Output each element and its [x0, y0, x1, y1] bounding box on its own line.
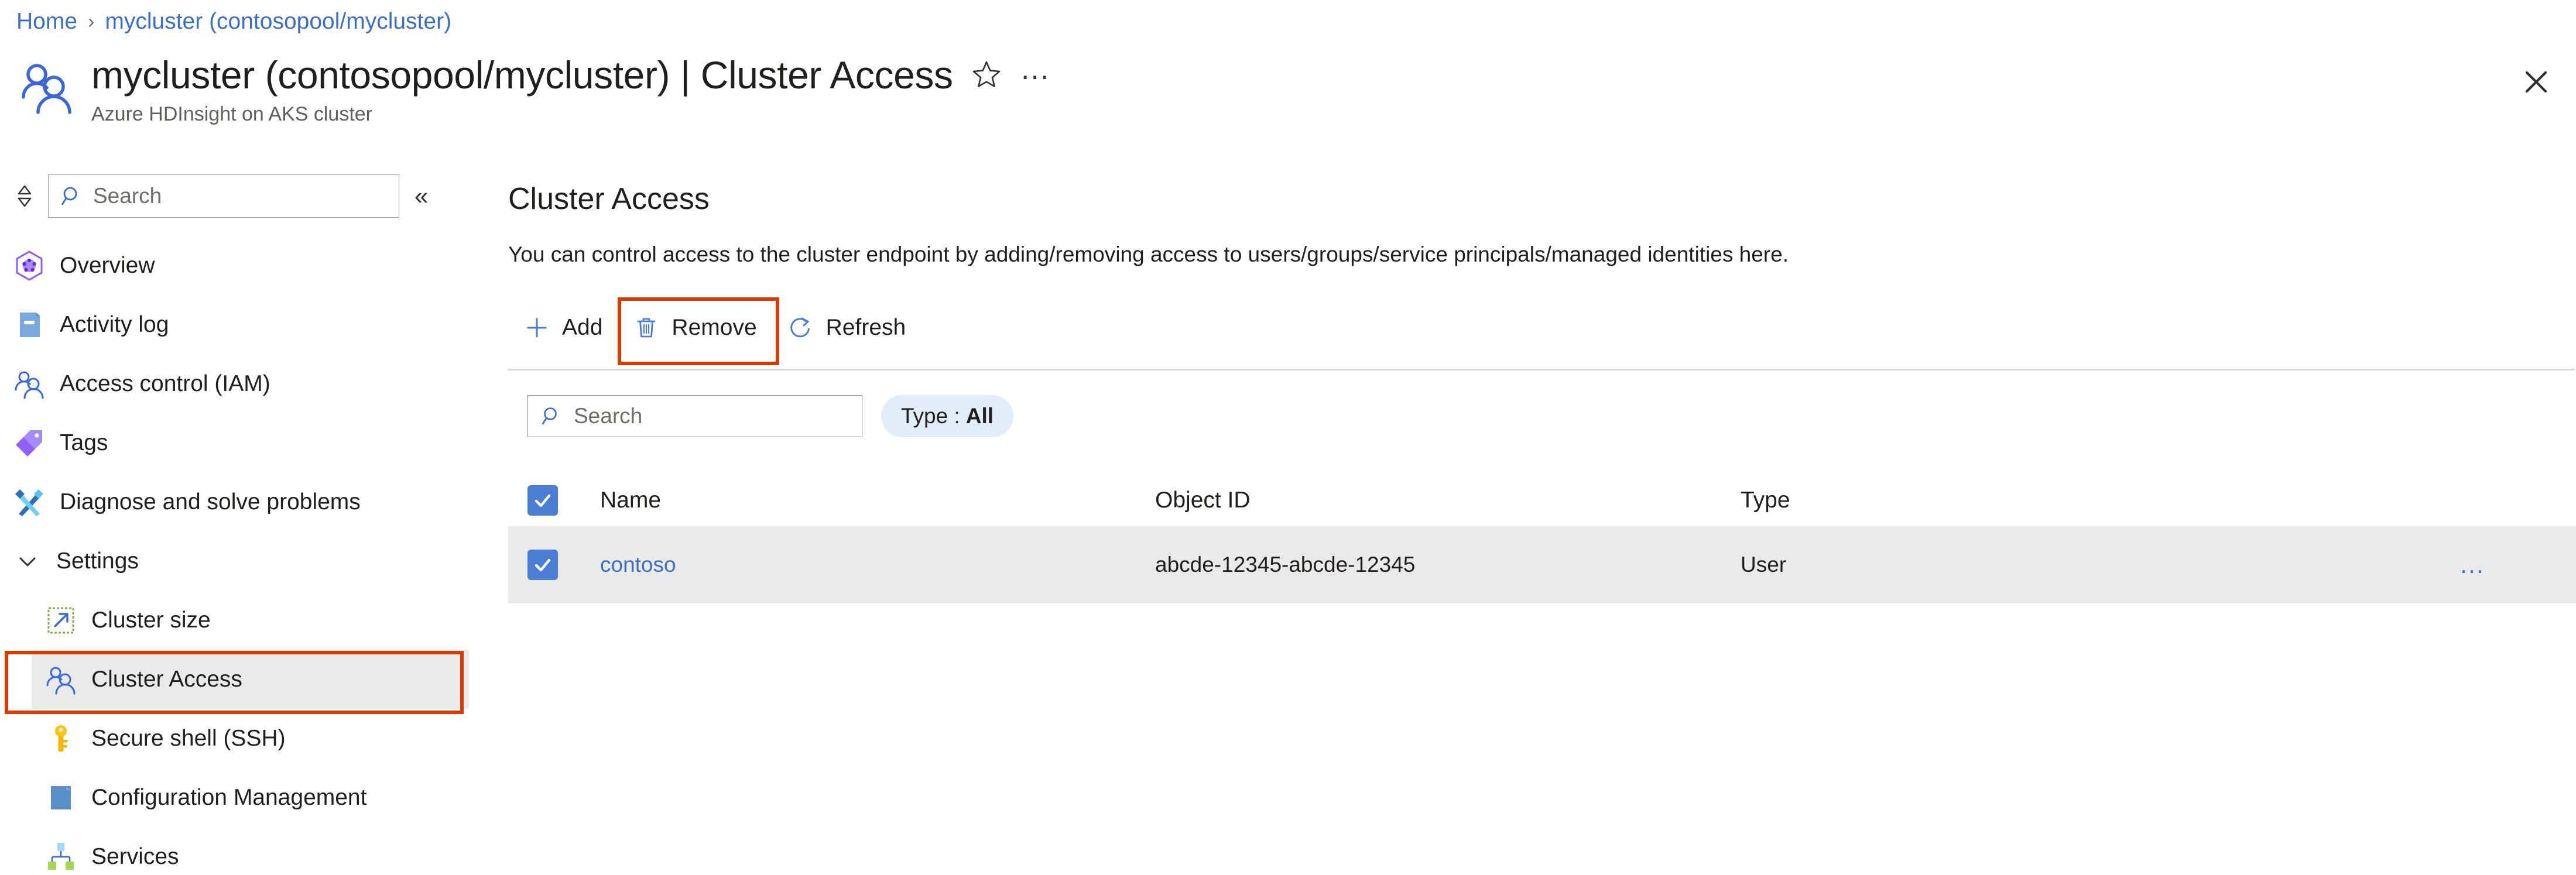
sidebar-search-placeholder: Search [93, 184, 162, 208]
type-filter-value: All [965, 404, 994, 428]
select-all-checkbox[interactable] [527, 485, 558, 516]
column-header-name[interactable]: Name [558, 488, 1155, 513]
row-name-link[interactable]: contoso [558, 553, 1155, 577]
sidebar-item-services[interactable]: Services [32, 827, 506, 875]
cluster-access-icon [44, 663, 77, 696]
sidebar-item-secure-shell[interactable]: Secure shell (SSH) [32, 709, 506, 768]
row-object-id: abcde-12345-abcde-12345 [1155, 553, 1416, 577]
column-header-type[interactable]: Type [1741, 488, 2326, 513]
close-icon[interactable] [2517, 63, 2555, 101]
sidebar-nav-list: Overview Activity log Access control (IA… [0, 236, 506, 875]
trash-icon [633, 314, 660, 341]
type-filter-label: Type : [901, 404, 960, 428]
type-filter-pill[interactable]: Type : All [881, 395, 1014, 437]
sort-toggle-icon[interactable] [13, 183, 36, 210]
activity-log-icon [13, 308, 46, 341]
sidebar-item-activity-log[interactable]: Activity log [0, 295, 506, 354]
sidebar-item-label: Overview [60, 252, 155, 278]
star-icon[interactable] [971, 59, 1002, 91]
search-icon [60, 184, 84, 208]
table-search-input[interactable]: Search [527, 395, 862, 437]
sidebar-item-cluster-access[interactable]: Cluster Access [5, 650, 469, 714]
row-type: User [1741, 553, 1787, 577]
breadcrumb-separator-icon: › [88, 11, 95, 33]
access-control-icon [13, 368, 46, 400]
content-title: Cluster Access [508, 182, 710, 216]
content-description: You can control access to the cluster en… [508, 242, 1789, 266]
azure-portal-blade: Home › mycluster (contosopool/mycluster)… [0, 0, 2576, 875]
sidebar-search-input[interactable]: Search [48, 174, 399, 218]
chevron-double-left-icon[interactable]: « [415, 184, 428, 208]
sidebar-item-label: Cluster Access [91, 666, 242, 692]
remove-button[interactable]: Remove [618, 297, 779, 365]
title-line: mycluster (contosopool/mycluster) | Clus… [91, 53, 1053, 97]
sidebar-group-label: Settings [56, 548, 139, 574]
tags-icon [13, 427, 46, 459]
sidebar-item-label: Access control (IAM) [60, 370, 270, 396]
sidebar-item-label: Configuration Management [91, 784, 367, 810]
sidebar: Search « Overview Activity log Access co… [0, 167, 506, 875]
table-row[interactable]: contoso abcde-12345-abcde-12345 User … [508, 526, 2576, 603]
sidebar-item-diagnose[interactable]: Diagnose and solve problems [0, 472, 506, 531]
header-more-ellipsis-icon[interactable]: … [1020, 54, 1053, 89]
sidebar-item-cluster-size[interactable]: Cluster size [32, 591, 506, 650]
sidebar-subnav-settings: Cluster size Cluster Access Secure shell… [0, 591, 506, 875]
sidebar-item-label: Services [91, 843, 179, 869]
page-title: mycluster (contosopool/mycluster) | Clus… [91, 53, 953, 97]
title-text-wrap: mycluster (contosopool/mycluster) | Clus… [91, 53, 1053, 126]
blade-title-row: mycluster (contosopool/mycluster) | Clus… [18, 53, 1053, 126]
refresh-button-label: Refresh [825, 315, 906, 340]
sidebar-item-label: Activity log [60, 311, 169, 337]
diagnose-icon [13, 486, 46, 519]
breadcrumb-item-mycluster[interactable]: mycluster (contosopool/mycluster) [105, 8, 451, 36]
row-actions-cell: … [2326, 552, 2576, 578]
main-content: Cluster Access You can control access to… [508, 167, 2576, 603]
sidebar-item-overview[interactable]: Overview [0, 236, 506, 295]
sidebar-item-label: Secure shell (SSH) [91, 725, 286, 751]
key-icon [44, 722, 77, 755]
search-icon [541, 405, 563, 427]
add-button[interactable]: Add [508, 303, 618, 352]
refresh-button[interactable]: Refresh [772, 303, 922, 352]
sidebar-item-label: Diagnose and solve problems [60, 489, 361, 514]
sidebar-group-settings[interactable]: Settings [0, 531, 506, 591]
breadcrumb-item-home[interactable]: Home [16, 8, 77, 36]
add-button-label: Add [562, 315, 603, 340]
sidebar-item-configuration-management[interactable]: Configuration Management [32, 768, 506, 827]
plus-icon [523, 314, 550, 341]
services-icon [44, 840, 77, 873]
refresh-icon [787, 314, 814, 341]
row-checkbox[interactable] [527, 550, 558, 580]
configuration-icon [44, 781, 77, 814]
overview-icon [13, 249, 46, 282]
row-more-ellipsis-icon[interactable]: … [2459, 552, 2488, 578]
remove-button-label: Remove [672, 315, 757, 340]
sidebar-item-label: Cluster size [91, 607, 211, 633]
people-icon [18, 59, 76, 117]
command-bar: Add Remove Refresh [508, 297, 2576, 365]
table-search-placeholder: Search [574, 404, 643, 428]
sidebar-item-label: Tags [60, 430, 108, 455]
chevron-down-icon [14, 548, 41, 575]
sidebar-item-tags[interactable]: Tags [0, 413, 506, 472]
cluster-size-icon [44, 604, 77, 637]
sidebar-search-row: Search « [0, 167, 506, 225]
filter-row: Search Type : All [527, 395, 2576, 437]
breadcrumb: Home › mycluster (contosopool/mycluster) [16, 8, 451, 36]
command-bar-divider [508, 369, 2575, 370]
sidebar-item-access-control[interactable]: Access control (IAM) [0, 354, 506, 413]
cluster-access-table: Name Object ID Type contoso abcde-12345-… [508, 475, 2576, 603]
blade-subtitle: Azure HDInsight on AKS cluster [91, 103, 373, 125]
column-header-object-id[interactable]: Object ID [1155, 488, 1741, 513]
table-header-row: Name Object ID Type [508, 475, 2576, 526]
